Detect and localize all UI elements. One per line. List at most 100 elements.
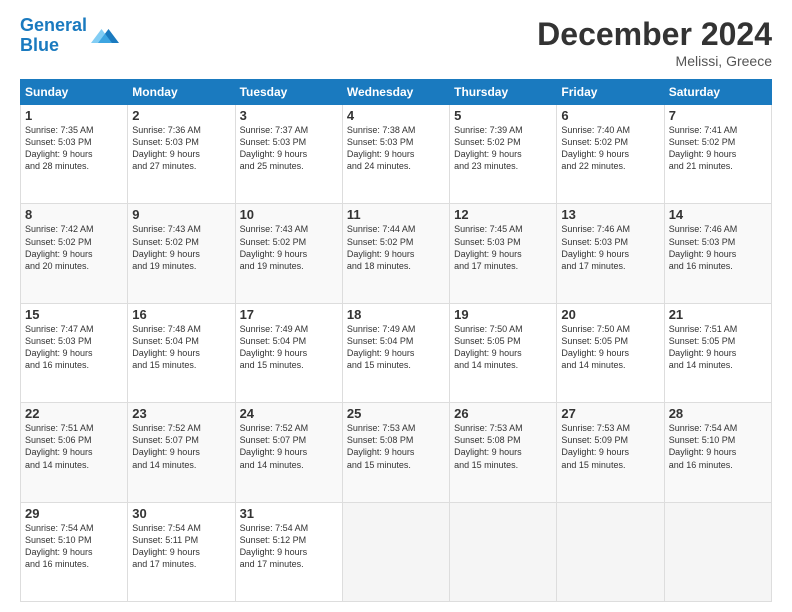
- day-number: 3: [240, 108, 338, 123]
- calendar-cell: 5Sunrise: 7:39 AMSunset: 5:02 PMDaylight…: [450, 105, 557, 204]
- day-number: 2: [132, 108, 230, 123]
- day-number: 21: [669, 307, 767, 322]
- cell-info: Sunrise: 7:53 AMSunset: 5:08 PMDaylight:…: [454, 422, 552, 471]
- day-number: 27: [561, 406, 659, 421]
- calendar-cell: 26Sunrise: 7:53 AMSunset: 5:08 PMDayligh…: [450, 403, 557, 502]
- calendar-cell: 12Sunrise: 7:45 AMSunset: 5:03 PMDayligh…: [450, 204, 557, 303]
- cell-info: Sunrise: 7:50 AMSunset: 5:05 PMDaylight:…: [561, 323, 659, 372]
- day-number: 6: [561, 108, 659, 123]
- day-number: 9: [132, 207, 230, 222]
- calendar-cell: 23Sunrise: 7:52 AMSunset: 5:07 PMDayligh…: [128, 403, 235, 502]
- calendar: SundayMondayTuesdayWednesdayThursdayFrid…: [20, 79, 772, 602]
- cell-info: Sunrise: 7:51 AMSunset: 5:05 PMDaylight:…: [669, 323, 767, 372]
- cell-info: Sunrise: 7:45 AMSunset: 5:03 PMDaylight:…: [454, 223, 552, 272]
- logo: GeneralBlue: [20, 16, 119, 56]
- day-number: 31: [240, 506, 338, 521]
- day-number: 13: [561, 207, 659, 222]
- calendar-cell: 6Sunrise: 7:40 AMSunset: 5:02 PMDaylight…: [557, 105, 664, 204]
- week-row-4: 22Sunrise: 7:51 AMSunset: 5:06 PMDayligh…: [21, 403, 772, 502]
- day-number: 4: [347, 108, 445, 123]
- calendar-cell: 19Sunrise: 7:50 AMSunset: 5:05 PMDayligh…: [450, 303, 557, 402]
- col-header-saturday: Saturday: [664, 80, 771, 105]
- calendar-cell: 14Sunrise: 7:46 AMSunset: 5:03 PMDayligh…: [664, 204, 771, 303]
- col-header-sunday: Sunday: [21, 80, 128, 105]
- cell-info: Sunrise: 7:53 AMSunset: 5:09 PMDaylight:…: [561, 422, 659, 471]
- calendar-cell: 22Sunrise: 7:51 AMSunset: 5:06 PMDayligh…: [21, 403, 128, 502]
- calendar-cell: [664, 502, 771, 601]
- cell-info: Sunrise: 7:43 AMSunset: 5:02 PMDaylight:…: [240, 223, 338, 272]
- col-header-monday: Monday: [128, 80, 235, 105]
- calendar-cell: 3Sunrise: 7:37 AMSunset: 5:03 PMDaylight…: [235, 105, 342, 204]
- calendar-cell: 4Sunrise: 7:38 AMSunset: 5:03 PMDaylight…: [342, 105, 449, 204]
- day-number: 5: [454, 108, 552, 123]
- calendar-cell: 7Sunrise: 7:41 AMSunset: 5:02 PMDaylight…: [664, 105, 771, 204]
- cell-info: Sunrise: 7:49 AMSunset: 5:04 PMDaylight:…: [240, 323, 338, 372]
- month-title: December 2024: [537, 16, 772, 53]
- calendar-cell: 30Sunrise: 7:54 AMSunset: 5:11 PMDayligh…: [128, 502, 235, 601]
- cell-info: Sunrise: 7:51 AMSunset: 5:06 PMDaylight:…: [25, 422, 123, 471]
- week-row-5: 29Sunrise: 7:54 AMSunset: 5:10 PMDayligh…: [21, 502, 772, 601]
- cell-info: Sunrise: 7:52 AMSunset: 5:07 PMDaylight:…: [240, 422, 338, 471]
- calendar-cell: 16Sunrise: 7:48 AMSunset: 5:04 PMDayligh…: [128, 303, 235, 402]
- calendar-cell: [557, 502, 664, 601]
- calendar-cell: 31Sunrise: 7:54 AMSunset: 5:12 PMDayligh…: [235, 502, 342, 601]
- cell-info: Sunrise: 7:35 AMSunset: 5:03 PMDaylight:…: [25, 124, 123, 173]
- day-number: 19: [454, 307, 552, 322]
- col-header-tuesday: Tuesday: [235, 80, 342, 105]
- location: Melissi, Greece: [537, 53, 772, 69]
- cell-info: Sunrise: 7:43 AMSunset: 5:02 PMDaylight:…: [132, 223, 230, 272]
- day-number: 23: [132, 406, 230, 421]
- day-number: 29: [25, 506, 123, 521]
- calendar-cell: 2Sunrise: 7:36 AMSunset: 5:03 PMDaylight…: [128, 105, 235, 204]
- cell-info: Sunrise: 7:54 AMSunset: 5:12 PMDaylight:…: [240, 522, 338, 571]
- col-header-friday: Friday: [557, 80, 664, 105]
- cell-info: Sunrise: 7:54 AMSunset: 5:10 PMDaylight:…: [25, 522, 123, 571]
- calendar-cell: 28Sunrise: 7:54 AMSunset: 5:10 PMDayligh…: [664, 403, 771, 502]
- week-row-1: 1Sunrise: 7:35 AMSunset: 5:03 PMDaylight…: [21, 105, 772, 204]
- page: GeneralBlue December 2024 Melissi, Greec…: [0, 0, 792, 612]
- day-number: 20: [561, 307, 659, 322]
- day-number: 25: [347, 406, 445, 421]
- calendar-cell: 13Sunrise: 7:46 AMSunset: 5:03 PMDayligh…: [557, 204, 664, 303]
- cell-info: Sunrise: 7:44 AMSunset: 5:02 PMDaylight:…: [347, 223, 445, 272]
- cell-info: Sunrise: 7:39 AMSunset: 5:02 PMDaylight:…: [454, 124, 552, 173]
- cell-info: Sunrise: 7:54 AMSunset: 5:11 PMDaylight:…: [132, 522, 230, 571]
- cell-info: Sunrise: 7:41 AMSunset: 5:02 PMDaylight:…: [669, 124, 767, 173]
- day-number: 28: [669, 406, 767, 421]
- cell-info: Sunrise: 7:36 AMSunset: 5:03 PMDaylight:…: [132, 124, 230, 173]
- calendar-cell: 29Sunrise: 7:54 AMSunset: 5:10 PMDayligh…: [21, 502, 128, 601]
- calendar-cell: 20Sunrise: 7:50 AMSunset: 5:05 PMDayligh…: [557, 303, 664, 402]
- cell-info: Sunrise: 7:42 AMSunset: 5:02 PMDaylight:…: [25, 223, 123, 272]
- day-number: 11: [347, 207, 445, 222]
- day-number: 30: [132, 506, 230, 521]
- day-number: 26: [454, 406, 552, 421]
- cell-info: Sunrise: 7:48 AMSunset: 5:04 PMDaylight:…: [132, 323, 230, 372]
- logo-text: GeneralBlue: [20, 16, 87, 56]
- calendar-cell: 11Sunrise: 7:44 AMSunset: 5:02 PMDayligh…: [342, 204, 449, 303]
- day-number: 8: [25, 207, 123, 222]
- calendar-cell: 18Sunrise: 7:49 AMSunset: 5:04 PMDayligh…: [342, 303, 449, 402]
- day-number: 1: [25, 108, 123, 123]
- cell-info: Sunrise: 7:38 AMSunset: 5:03 PMDaylight:…: [347, 124, 445, 173]
- day-number: 7: [669, 108, 767, 123]
- cell-info: Sunrise: 7:54 AMSunset: 5:10 PMDaylight:…: [669, 422, 767, 471]
- cell-info: Sunrise: 7:50 AMSunset: 5:05 PMDaylight:…: [454, 323, 552, 372]
- day-number: 10: [240, 207, 338, 222]
- calendar-cell: 9Sunrise: 7:43 AMSunset: 5:02 PMDaylight…: [128, 204, 235, 303]
- calendar-cell: 21Sunrise: 7:51 AMSunset: 5:05 PMDayligh…: [664, 303, 771, 402]
- cell-info: Sunrise: 7:47 AMSunset: 5:03 PMDaylight:…: [25, 323, 123, 372]
- week-row-2: 8Sunrise: 7:42 AMSunset: 5:02 PMDaylight…: [21, 204, 772, 303]
- calendar-cell: [450, 502, 557, 601]
- calendar-cell: 1Sunrise: 7:35 AMSunset: 5:03 PMDaylight…: [21, 105, 128, 204]
- cell-info: Sunrise: 7:52 AMSunset: 5:07 PMDaylight:…: [132, 422, 230, 471]
- day-number: 17: [240, 307, 338, 322]
- calendar-header-row: SundayMondayTuesdayWednesdayThursdayFrid…: [21, 80, 772, 105]
- calendar-cell: 15Sunrise: 7:47 AMSunset: 5:03 PMDayligh…: [21, 303, 128, 402]
- cell-info: Sunrise: 7:49 AMSunset: 5:04 PMDaylight:…: [347, 323, 445, 372]
- cell-info: Sunrise: 7:46 AMSunset: 5:03 PMDaylight:…: [669, 223, 767, 272]
- day-number: 14: [669, 207, 767, 222]
- day-number: 12: [454, 207, 552, 222]
- col-header-thursday: Thursday: [450, 80, 557, 105]
- calendar-cell: 10Sunrise: 7:43 AMSunset: 5:02 PMDayligh…: [235, 204, 342, 303]
- calendar-cell: 24Sunrise: 7:52 AMSunset: 5:07 PMDayligh…: [235, 403, 342, 502]
